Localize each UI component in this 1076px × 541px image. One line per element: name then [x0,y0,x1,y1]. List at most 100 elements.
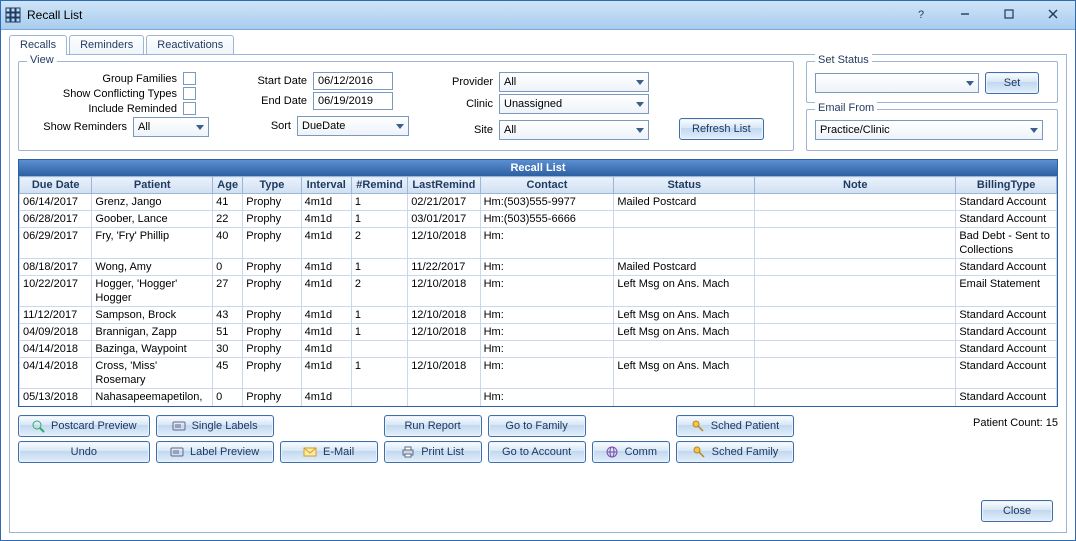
group-families-checkbox[interactable] [183,72,196,85]
show-conflicting-label: Show Conflicting Types [27,88,177,100]
sched-patient-button[interactable]: Sched Patient [676,415,794,437]
button-bar: Postcard Preview Single Labels Undo Labe… [18,415,1058,463]
help-button[interactable]: ? [899,1,943,29]
email-from-combo[interactable]: Practice/Clinic [815,120,1043,140]
set-status-button[interactable]: Set [985,72,1039,94]
table-row[interactable]: 06/29/2017Fry, 'Fry' Phillip40Prophy4m1d… [20,228,1057,259]
maximize-button[interactable] [987,1,1031,29]
cell-contact: Hm: [480,358,614,389]
cell-interval: 4m1d [301,276,351,307]
table-row[interactable]: 06/28/2017Goober, Lance22Prophy4m1d103/0… [20,211,1057,228]
cell-last: 02/21/2017 [408,194,480,211]
cell-remind [351,341,407,358]
tab-reminders[interactable]: Reminders [69,35,144,55]
cell-type: Prophy [243,341,301,358]
col-status[interactable]: Status [614,177,755,194]
single-labels-button[interactable]: Single Labels [156,415,274,437]
include-reminded-checkbox[interactable] [183,102,196,115]
go-account-button[interactable]: Go to Account [488,441,586,463]
table-row[interactable]: 04/14/2018Bazinga, Waypoint30Prophy4m1dH… [20,341,1057,358]
minimize-button[interactable] [943,1,987,29]
refresh-list-button[interactable]: Refresh List [679,118,764,140]
cell-due: 06/28/2017 [20,211,92,228]
table-row[interactable]: 04/14/2018Cross, 'Miss' Rosemary45Prophy… [20,358,1057,389]
cell-type: Prophy [243,389,301,407]
show-reminders-combo[interactable]: All [133,117,209,137]
cell-patient: Brannigan, Zapp [92,324,213,341]
cell-contact: Hm: [480,389,614,407]
cell-remind: 2 [351,228,407,259]
comm-button[interactable]: Comm [592,441,670,463]
cell-contact: Hm:(503)555-6666 [480,211,614,228]
table-row[interactable]: 08/18/2017Wong, Amy0Prophy4m1d111/22/201… [20,259,1057,276]
sort-combo[interactable]: DueDate [297,116,409,136]
cell-type: Prophy [243,194,301,211]
col-due[interactable]: Due Date [20,177,92,194]
view-legend: View [27,54,57,66]
sched-family-button[interactable]: Sched Family [676,441,794,463]
col-billing[interactable]: BillingType [956,177,1057,194]
tabpanel-recalls: View Group Families Show Conflicting Typ… [9,54,1067,533]
cell-billing: Standard Account [956,259,1057,276]
postcard-preview-button[interactable]: Postcard Preview [18,415,150,437]
close-window-button[interactable] [1031,1,1075,29]
col-last[interactable]: LastRemind [408,177,480,194]
col-note[interactable]: Note [755,177,956,194]
site-combo[interactable]: All [499,120,649,140]
table-row[interactable]: 04/09/2018Brannigan, Zapp51Prophy4m1d112… [20,324,1057,341]
go-family-button[interactable]: Go to Family [488,415,586,437]
cell-type: Prophy [243,211,301,228]
cell-patient: Grenz, Jango [92,194,213,211]
cell-billing: Standard Account [956,194,1057,211]
window: Recall List ? Recalls Reminders Reactiva… [0,0,1076,541]
cell-last [408,341,480,358]
run-report-button[interactable]: Run Report [384,415,482,437]
col-remind[interactable]: #Remind [351,177,407,194]
patient-count: Patient Count: 15 [973,415,1058,429]
close-icon [1048,9,1058,22]
col-contact[interactable]: Contact [480,177,614,194]
close-button[interactable]: Close [981,500,1053,522]
end-date-label: End Date [251,95,307,107]
set-status-combo[interactable] [815,73,979,93]
col-type[interactable]: Type [243,177,301,194]
end-date-input[interactable] [313,92,393,110]
email-button[interactable]: E-Mail [280,441,378,463]
tab-recalls[interactable]: Recalls [9,35,67,55]
tab-reactivations[interactable]: Reactivations [146,35,234,55]
cell-status [614,341,755,358]
maximize-icon [1004,9,1014,22]
cell-last: 12/10/2018 [408,276,480,307]
grid-scroll[interactable]: Due Date Patient Age Type Interval #Remi… [19,176,1057,406]
cell-remind: 1 [351,307,407,324]
start-date-label: Start Date [251,75,307,87]
provider-combo[interactable]: All [499,72,649,92]
cell-interval: 4m1d [301,358,351,389]
table-row[interactable]: 05/13/2018Nahasapeemapetilon, Apu0Prophy… [20,389,1057,407]
cell-type: Prophy [243,276,301,307]
col-interval[interactable]: Interval [301,177,351,194]
cell-note [755,259,956,276]
undo-button[interactable]: Undo [18,441,150,463]
table-row[interactable]: 11/12/2017Sampson, Brock43Prophy4m1d112/… [20,307,1057,324]
cell-patient: Fry, 'Fry' Phillip [92,228,213,259]
cell-age: 30 [213,341,243,358]
col-age[interactable]: Age [213,177,243,194]
show-reminders-label: Show Reminders [27,121,127,133]
cell-note [755,307,956,324]
envelope-icon [303,445,317,459]
col-patient[interactable]: Patient [92,177,213,194]
table-row[interactable]: 06/14/2017Grenz, Jango41Prophy4m1d102/21… [20,194,1057,211]
clinic-combo[interactable]: Unassigned [499,94,649,114]
cell-interval: 4m1d [301,194,351,211]
cell-billing: Standard Account [956,389,1057,407]
cell-last: 11/22/2017 [408,259,480,276]
print-list-button[interactable]: Print List [384,441,482,463]
show-conflicting-checkbox[interactable] [183,87,196,100]
table-row[interactable]: 10/22/2017Hogger, 'Hogger' Hogger27Proph… [20,276,1057,307]
cell-contact: Hm: [480,341,614,358]
start-date-input[interactable] [313,72,393,90]
label-preview-button[interactable]: Label Preview [156,441,274,463]
cell-status [614,228,755,259]
cell-age: 51 [213,324,243,341]
